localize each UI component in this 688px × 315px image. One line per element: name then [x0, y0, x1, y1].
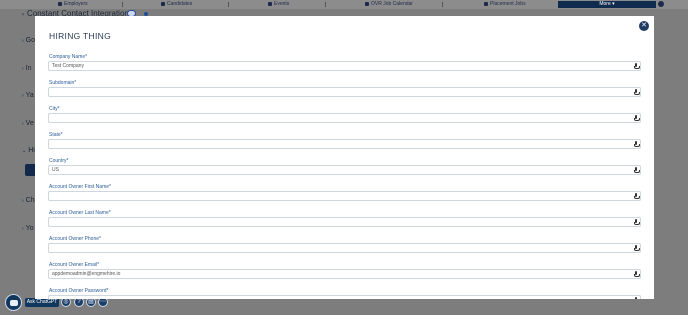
chat-bubble-icon[interactable]: [5, 294, 22, 311]
chevron-right-icon: ›: [22, 226, 24, 232]
microphone-icon[interactable]: [634, 193, 640, 199]
company-name-input[interactable]: [48, 61, 641, 71]
subdomain-label: Subdomain*: [49, 80, 77, 86]
owner-first-name-input[interactable]: [48, 191, 641, 201]
microphone-icon[interactable]: [634, 141, 640, 147]
subdomain-input[interactable]: [48, 87, 641, 97]
owner-last-name-label: Account Owner Last Name*: [49, 210, 111, 216]
city-label: City*: [49, 106, 60, 112]
country-input[interactable]: [48, 165, 641, 175]
section-row[interactable]: ⌄ Hi: [22, 147, 35, 154]
nav-divider: [228, 2, 229, 7]
section-row[interactable]: › In: [22, 65, 32, 72]
owner-password-label: Account Owner Password*: [49, 288, 109, 294]
hiring-thing-modal: HIRING THING ✕ Company Name* Subdomain* …: [35, 16, 654, 299]
section-row[interactable]: › Yo: [22, 225, 34, 232]
microphone-icon[interactable]: [634, 219, 640, 225]
chevron-right-icon: ›: [22, 93, 24, 99]
microphone-icon[interactable]: [634, 245, 640, 251]
microphone-icon[interactable]: [634, 115, 640, 121]
modal-title: HIRING THING: [49, 31, 111, 41]
state-label: State*: [49, 132, 63, 138]
gear-icon[interactable]: [658, 1, 664, 7]
owner-password-input[interactable]: [48, 295, 641, 299]
owner-email-input[interactable]: [48, 269, 641, 279]
chevron-right-icon: ›: [22, 66, 24, 72]
section-row[interactable]: › Ya: [22, 92, 34, 99]
nav-divider: [442, 2, 443, 7]
microphone-icon[interactable]: [634, 63, 640, 69]
nav-placement-jobs[interactable]: Placement Jobs: [484, 1, 526, 7]
nav-divider: [122, 2, 123, 7]
top-nav: Employers Candidates Events OVR Job Cale…: [0, 0, 688, 9]
calendar-icon: [365, 2, 369, 6]
chevron-right-icon: ›: [22, 12, 24, 18]
nav-employers[interactable]: Employers: [58, 1, 88, 7]
owner-first-name-label: Account Owner First Name*: [49, 184, 111, 190]
employers-icon: [58, 2, 62, 6]
company-name-label: Company Name*: [49, 54, 88, 60]
chevron-right-icon: ›: [22, 38, 24, 44]
city-input[interactable]: [48, 113, 641, 123]
ask-chatgpt-button[interactable]: Ask ChatGPT: [25, 298, 59, 307]
microphone-icon[interactable]: [634, 297, 638, 299]
microphone-icon[interactable]: [634, 271, 640, 277]
section-row[interactable]: › Ve: [22, 120, 34, 127]
more-button[interactable]: More ▾: [558, 1, 656, 8]
briefcase-icon: [484, 2, 488, 6]
microphone-icon[interactable]: [634, 89, 640, 95]
candidates-icon: [161, 2, 165, 6]
state-input[interactable]: [48, 139, 641, 149]
nav-events[interactable]: Events: [268, 1, 289, 7]
chevron-right-icon: ›: [22, 198, 24, 204]
owner-last-name-input[interactable]: [48, 217, 641, 227]
nav-candidates[interactable]: Candidates: [161, 1, 192, 7]
section-row[interactable]: › Ch: [22, 197, 35, 204]
owner-phone-input[interactable]: [48, 243, 641, 253]
nav-divider: [325, 2, 326, 7]
owner-email-label: Account Owner Email*: [49, 262, 100, 268]
close-icon[interactable]: ✕: [639, 21, 649, 31]
events-icon: [268, 2, 272, 6]
country-label: Country*: [49, 158, 69, 164]
microphone-icon[interactable]: [634, 167, 640, 173]
owner-phone-label: Account Owner Phone*: [49, 236, 101, 242]
nav-ovr-job-calendar[interactable]: OVR Job Calendar: [365, 1, 413, 7]
chevron-right-icon: ›: [22, 121, 24, 127]
chevron-down-icon: ⌄: [22, 148, 27, 154]
section-row[interactable]: › Go: [22, 37, 35, 44]
